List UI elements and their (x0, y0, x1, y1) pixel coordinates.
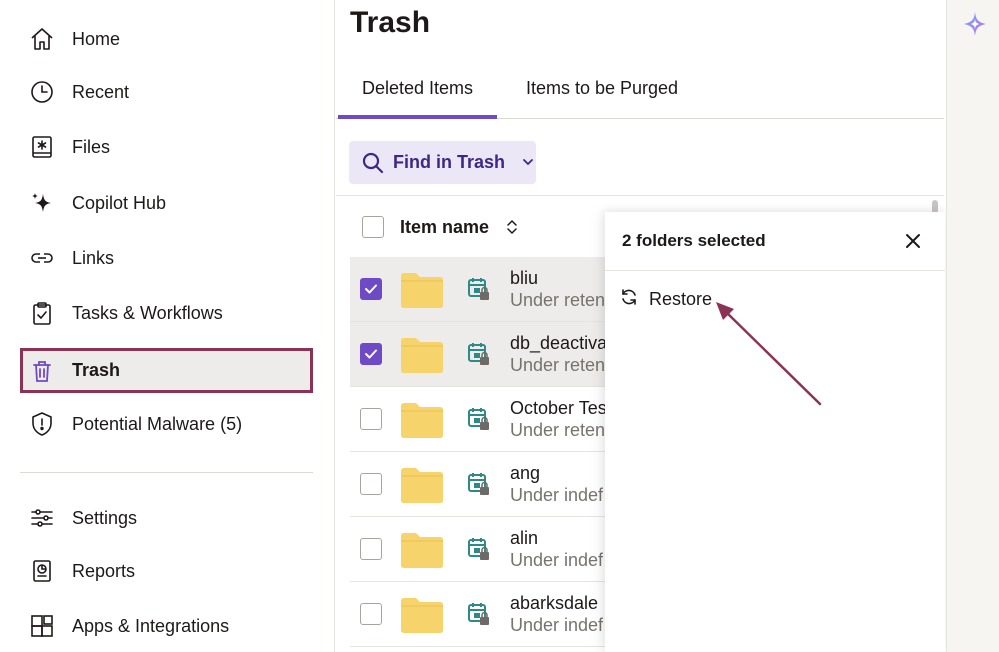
row-item-name[interactable]: db_deactiva (510, 333, 607, 354)
right-rail (946, 0, 999, 652)
sidebar-item-label: Links (72, 247, 115, 268)
sidebar-item-settings[interactable]: Settings (20, 496, 313, 540)
search-icon (361, 151, 385, 180)
row-item-name[interactable]: ang (510, 463, 540, 484)
folder-icon (400, 336, 444, 379)
folder-icon (400, 271, 444, 314)
retention-policy-icon (466, 406, 492, 437)
apps-icon (29, 613, 55, 639)
chevron-down-icon (521, 155, 535, 174)
sort-icon[interactable] (505, 218, 519, 241)
row-checkbox[interactable] (360, 603, 382, 625)
sidebar-item-files[interactable]: Files (20, 125, 313, 169)
retention-policy-icon (466, 536, 492, 567)
find-in-trash-button[interactable]: Find in Trash (349, 141, 536, 184)
ai-assistant-sparkle-icon[interactable] (962, 10, 988, 43)
close-icon[interactable] (903, 231, 923, 251)
folder-icon (400, 401, 444, 444)
sidebar-item-label: Trash (72, 360, 121, 380)
sidebar-item-label: Home (72, 28, 121, 49)
toolbar-divider (336, 195, 944, 196)
trash-icon (29, 358, 55, 384)
sidebar-item-tasks-workflows[interactable]: Tasks & Workflows (20, 291, 313, 335)
page-title: Trash (350, 6, 431, 39)
column-header-item-name[interactable]: Item name (400, 217, 489, 238)
row-checkbox[interactable] (360, 343, 382, 365)
files-icon (29, 134, 55, 160)
row-checkbox[interactable] (360, 538, 382, 560)
restore-button[interactable]: Restore (619, 286, 712, 312)
row-item-status: Under indef (510, 485, 604, 505)
selection-panel: 2 folders selected Restore (605, 212, 945, 652)
sidebar-item-apps-integrations[interactable]: Apps & Integrations (20, 604, 313, 648)
shield-alert-icon (29, 411, 55, 437)
reports-icon (29, 558, 55, 584)
sliders-icon (29, 505, 55, 531)
sidebar-item-recent[interactable]: Recent (20, 70, 313, 114)
sidebar-item-label: Files (72, 136, 111, 157)
row-item-status: Under reten (510, 420, 606, 440)
sidebar-item-label: Recent (72, 81, 130, 102)
clock-icon (29, 79, 55, 105)
row-checkbox[interactable] (360, 408, 382, 430)
sidebar-item-reports[interactable]: Reports (20, 549, 313, 593)
sidebar: Home Recent Files Copilot Hub Links Task… (0, 0, 335, 652)
retention-policy-icon (466, 276, 492, 307)
folder-icon (400, 466, 444, 509)
sidebar-item-label: Tasks & Workflows (72, 302, 223, 323)
sidebar-item-label: Settings (72, 507, 138, 528)
sidebar-item-potential-malware[interactable]: Potential Malware (5) (20, 402, 313, 446)
sidebar-item-label: Reports (72, 560, 136, 581)
retention-policy-icon (466, 341, 492, 372)
sidebar-item-links[interactable]: Links (20, 236, 313, 280)
sidebar-item-home[interactable]: Home (20, 17, 313, 61)
tab-bar: Deleted Items Items to be Purged (336, 58, 944, 119)
tab-deleted-items[interactable]: Deleted Items (338, 58, 497, 119)
sparkle-icon (29, 190, 55, 216)
row-item-status: Under reten (510, 290, 606, 310)
select-all-checkbox[interactable] (362, 216, 384, 238)
home-icon (29, 26, 55, 52)
folder-icon (400, 531, 444, 574)
folder-icon (400, 596, 444, 639)
row-item-status: Under indef (510, 615, 604, 635)
row-item-status: Under indef (510, 550, 604, 570)
row-item-name[interactable]: bliu (510, 268, 538, 289)
sidebar-item-label: Copilot Hub (72, 192, 167, 213)
selection-panel-header: 2 folders selected (605, 212, 945, 271)
sidebar-item-label: Potential Malware (5) (72, 413, 243, 434)
sidebar-item-trash[interactable]: Trash (20, 348, 313, 393)
row-item-name[interactable]: October Tes (510, 398, 607, 419)
restore-label: Restore (649, 288, 713, 309)
row-item-status: Under reten (510, 355, 606, 375)
sidebar-item-copilot-hub[interactable]: Copilot Hub (20, 181, 313, 225)
row-item-name[interactable]: abarksdale (510, 593, 598, 614)
row-item-name[interactable]: alin (510, 528, 538, 549)
tab-items-to-be-purged[interactable]: Items to be Purged (510, 58, 694, 118)
restore-icon (619, 287, 639, 312)
sidebar-divider (20, 472, 313, 473)
sidebar-item-label: Apps & Integrations (72, 615, 230, 636)
retention-policy-icon (466, 601, 492, 632)
row-checkbox[interactable] (360, 278, 382, 300)
selection-count-title: 2 folders selected (622, 231, 766, 250)
find-in-trash-label: Find in Trash (393, 152, 506, 172)
clipboard-icon (29, 300, 55, 326)
retention-policy-icon (466, 471, 492, 502)
row-checkbox[interactable] (360, 473, 382, 495)
link-icon (29, 245, 55, 271)
